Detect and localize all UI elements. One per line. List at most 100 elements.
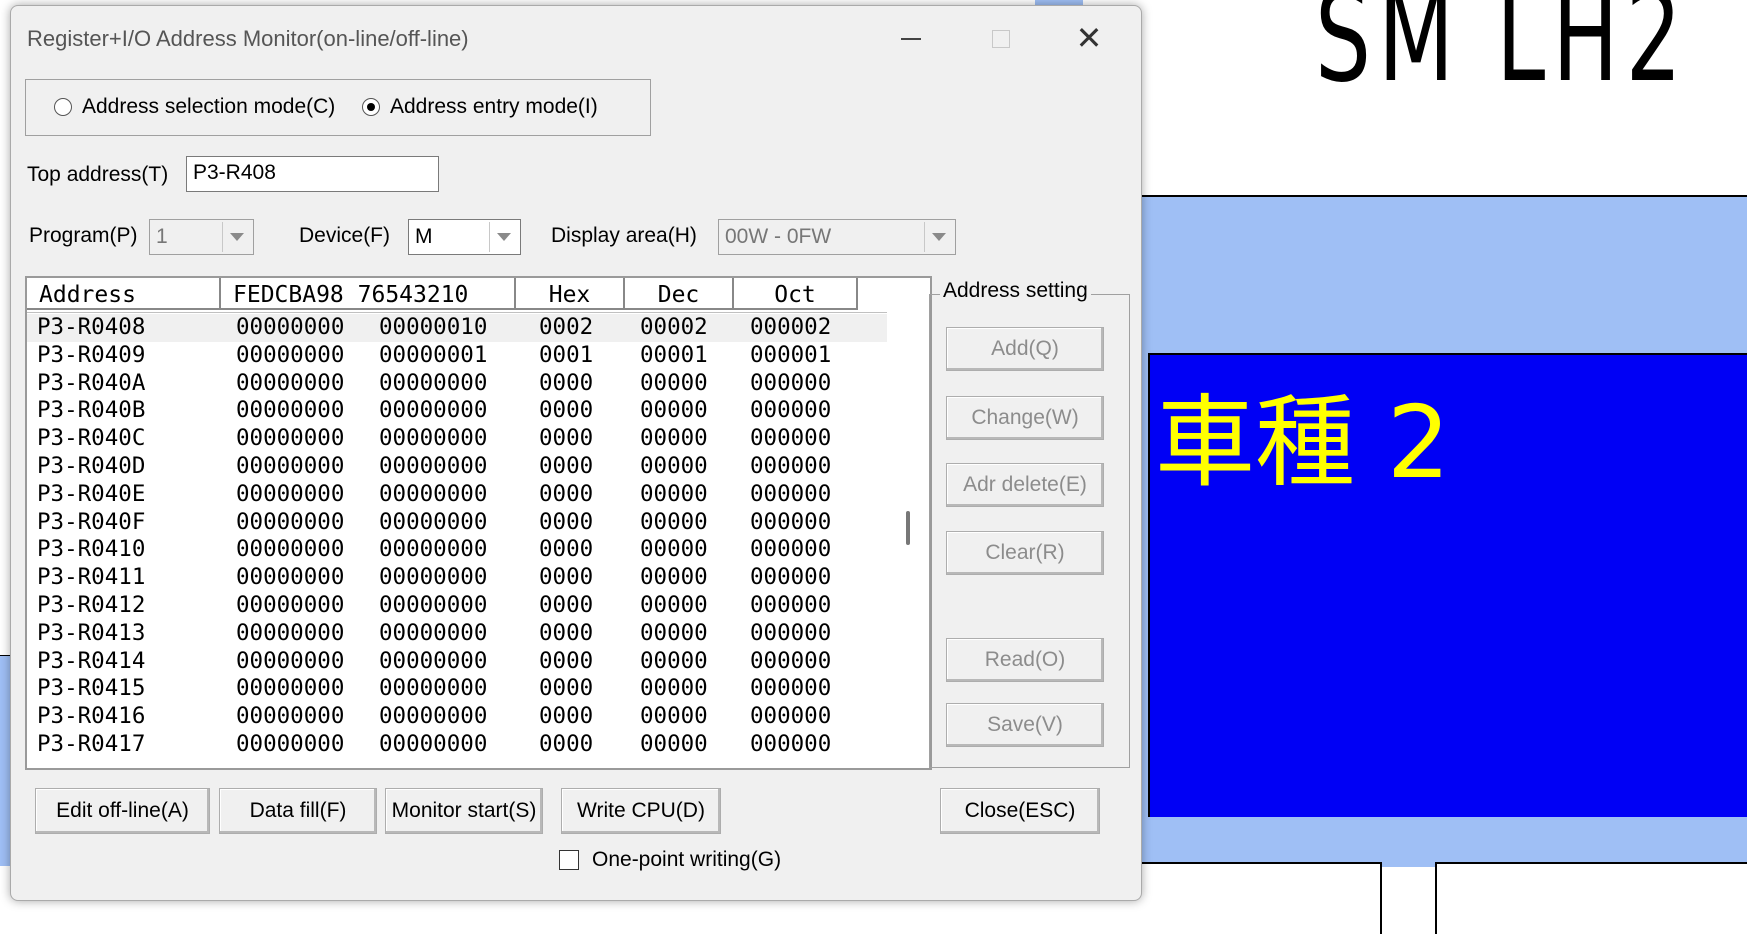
cell-hex: 0000 <box>539 536 594 563</box>
top-address-label: Top address(T) <box>27 163 169 186</box>
address-setting-group: Address setting Add(Q) Change(W) Adr del… <box>929 279 1130 768</box>
table-row[interactable]: P3-R0412 00000000 00000000 0000 00000 000000 <box>27 592 887 620</box>
add-button[interactable]: Add(Q) <box>946 327 1104 371</box>
table-row[interactable]: P3-R040B 00000000 00000000 0000 00000 000000 <box>27 397 887 425</box>
cell-dec: 00000 <box>640 536 708 563</box>
cell-binary-high: 00000000 <box>236 425 345 452</box>
device-value: M <box>415 225 433 248</box>
program-select[interactable]: 1 <box>149 219 254 255</box>
cell-dec: 00000 <box>640 452 708 479</box>
cell-binary-high: 00000000 <box>236 397 345 424</box>
column-header-dec[interactable]: Dec <box>625 278 734 310</box>
cell-binary-low: 00000000 <box>379 369 488 396</box>
cell-dec: 00000 <box>640 591 708 618</box>
display-area-label: Display area(H) <box>551 224 697 247</box>
table-row[interactable]: P3-R040E 00000000 00000000 0000 00000 000000 <box>27 481 887 509</box>
one-point-writing-label: One-point writing(G) <box>592 848 782 871</box>
title-bar[interactable]: Register+I/O Address Monitor(on-line/off… <box>11 6 1141 70</box>
chevron-down-icon <box>924 222 953 252</box>
cell-binary-high: 00000000 <box>236 591 345 618</box>
write-cpu-button[interactable]: Write CPU(D) <box>561 788 721 834</box>
cell-address: P3-R0412 <box>37 591 146 618</box>
table-row[interactable]: P3-R0416 00000000 00000000 0000 00000 000000 <box>27 703 887 731</box>
read-button[interactable]: Read(O) <box>946 638 1104 682</box>
table-row[interactable]: P3-R0409 00000000 00000001 0001 00001 000001 <box>27 342 887 370</box>
close-button[interactable]: Close(ESC) <box>940 788 1100 834</box>
address-selection-mode-radio[interactable]: Address selection mode(C) <box>54 95 335 119</box>
cell-hex: 0000 <box>539 480 594 507</box>
data-fill-button[interactable]: Data fill(F) <box>219 788 377 834</box>
cell-hex: 0001 <box>539 341 594 368</box>
cell-address: P3-R040F <box>37 508 146 535</box>
change-button[interactable]: Change(W) <box>946 396 1104 440</box>
column-header-oct[interactable]: Oct <box>734 278 858 310</box>
program-value: 1 <box>156 225 168 248</box>
table-row[interactable]: P3-R040D 00000000 00000000 0000 00000 000000 <box>27 453 887 481</box>
table-row[interactable]: P3-R0413 00000000 00000000 0000 00000 000000 <box>27 620 887 648</box>
address-delete-button[interactable]: Adr delete(E) <box>946 463 1104 507</box>
minimize-button[interactable] <box>881 18 941 58</box>
cell-address: P3-R0414 <box>37 647 146 674</box>
cell-hex: 0000 <box>539 591 594 618</box>
cell-dec: 00000 <box>640 564 708 591</box>
cell-oct: 000000 <box>750 675 832 702</box>
table-row[interactable]: P3-R0408 00000000 00000010 0002 00002 000002 <box>27 314 887 342</box>
cell-address: P3-R0417 <box>37 730 146 757</box>
column-header-binary[interactable]: FEDCBA98 76543210 <box>221 278 516 310</box>
cell-binary-high: 00000000 <box>236 341 345 368</box>
cell-oct: 000000 <box>750 591 832 618</box>
cell-binary-high: 00000000 <box>236 675 345 702</box>
top-address-input[interactable]: P3-R408 <box>186 156 439 192</box>
cell-binary-low: 00000010 <box>379 314 488 340</box>
table-row[interactable]: P3-R040C 00000000 00000000 0000 00000 000000 <box>27 425 887 453</box>
display-area-select[interactable]: 00W - 0FW <box>718 219 956 255</box>
cell-binary-high: 00000000 <box>236 619 345 646</box>
cell-dec: 00000 <box>640 425 708 452</box>
table-row[interactable]: P3-R0414 00000000 00000000 0000 00000 000000 <box>27 648 887 676</box>
edit-offline-button[interactable]: Edit off-line(A) <box>35 788 210 834</box>
cell-address: P3-R040A <box>37 369 146 396</box>
one-point-writing-checkbox[interactable]: One-point writing(G) <box>559 848 781 872</box>
cell-dec: 00000 <box>640 730 708 757</box>
cell-dec: 00000 <box>640 508 708 535</box>
display-area-value: 00W - 0FW <box>725 225 832 248</box>
cell-binary-low: 00000000 <box>379 730 488 757</box>
monitor-start-button[interactable]: Monitor start(S) <box>385 788 543 834</box>
cell-dec: 00000 <box>640 703 708 730</box>
cell-binary-low: 00000000 <box>379 564 488 591</box>
cell-binary-low: 00000000 <box>379 425 488 452</box>
chevron-down-icon <box>489 222 518 252</box>
dialog-title: Register+I/O Address Monitor(on-line/off… <box>27 26 469 51</box>
save-button[interactable]: Save(V) <box>946 703 1104 747</box>
maximize-button <box>971 18 1031 58</box>
checkbox-icon <box>559 850 579 870</box>
table-row[interactable]: P3-R0410 00000000 00000000 0000 00000 000000 <box>27 536 887 564</box>
cell-oct: 000000 <box>750 508 832 535</box>
cell-dec: 00001 <box>640 341 708 368</box>
vertical-scrollbar[interactable] <box>887 278 930 768</box>
column-header-hex[interactable]: Hex <box>516 278 625 310</box>
scrollbar-thumb[interactable] <box>906 511 910 545</box>
table-row[interactable]: P3-R040F 00000000 00000000 0000 00000 000000 <box>27 509 887 537</box>
close-icon: ✕ <box>1075 20 1103 56</box>
address-entry-mode-radio[interactable]: Address entry mode(I) <box>362 95 598 119</box>
cell-binary-low: 00000001 <box>379 341 488 368</box>
cell-oct: 000001 <box>750 341 832 368</box>
column-header-address[interactable]: Address <box>27 278 221 310</box>
clear-button[interactable]: Clear(R) <box>946 531 1104 575</box>
cell-binary-low: 00000000 <box>379 397 488 424</box>
device-select[interactable]: M <box>408 219 521 255</box>
table-row[interactable]: P3-R0415 00000000 00000000 0000 00000 000000 <box>27 675 887 703</box>
cell-binary-low: 00000000 <box>379 536 488 563</box>
cell-binary-low: 00000000 <box>379 647 488 674</box>
program-label: Program(P) <box>29 224 138 247</box>
cell-hex: 0000 <box>539 397 594 424</box>
close-window-button[interactable]: ✕ <box>1059 18 1119 58</box>
register-table[interactable]: Address FEDCBA98 76543210 Hex Dec Oct P3… <box>25 276 932 770</box>
table-row[interactable]: P3-R0411 00000000 00000000 0000 00000 000000 <box>27 564 887 592</box>
cell-binary-high: 00000000 <box>236 564 345 591</box>
table-row[interactable]: P3-R0417 00000000 00000000 0000 00000 000000 <box>27 731 887 759</box>
table-row[interactable]: P3-R040A 00000000 00000000 0000 00000 000000 <box>27 370 887 398</box>
cell-hex: 0000 <box>539 675 594 702</box>
address-selection-mode-label: Address selection mode(C) <box>82 95 336 118</box>
